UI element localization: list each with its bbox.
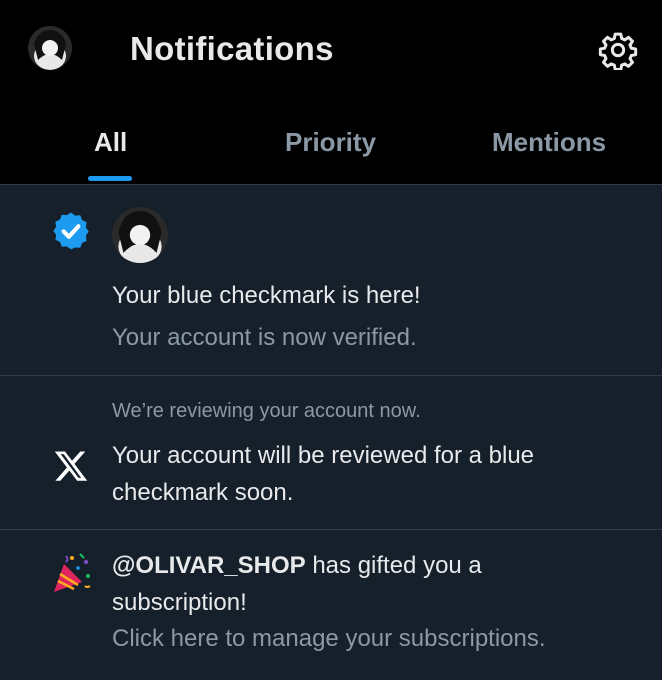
settings-button[interactable] <box>598 30 638 71</box>
gifter-handle[interactable]: @OLIVAR_SHOP <box>112 552 306 579</box>
notification-text: has gifted you a <box>305 552 482 579</box>
notification-line-1: Your account will be reviewed for a blue <box>112 442 535 469</box>
gear-icon <box>598 32 638 71</box>
notification-gift[interactable]: @OLIVAR_SHOP has gifted you a subscripti… <box>0 530 662 680</box>
notification-preface: We’re reviewing your account now. <box>112 400 421 422</box>
profile-avatar[interactable] <box>28 26 72 70</box>
top-bar: Notifications All Priority Mentions <box>0 0 662 184</box>
tab-all[interactable]: All <box>94 127 127 158</box>
notification-title: Your blue checkmark is here! <box>112 282 421 309</box>
tab-priority[interactable]: Priority <box>285 127 376 158</box>
x-logo-icon <box>54 451 88 481</box>
notification-line-1: @OLIVAR_SHOP has gifted you a <box>112 548 482 584</box>
party-popper-icon <box>54 553 91 592</box>
notification-subtitle: Your account is now verified. <box>112 324 417 351</box>
notification-line-2: checkmark soon. <box>112 479 294 506</box>
page-title: Notifications <box>130 30 334 67</box>
tab-mentions[interactable]: Mentions <box>492 127 606 158</box>
notification-line-2: subscription! <box>112 589 247 616</box>
active-tab-indicator <box>88 176 132 181</box>
notification-verified[interactable]: Your blue checkmark is here! Your accoun… <box>0 185 662 375</box>
avatar[interactable] <box>112 207 168 263</box>
manage-subscriptions-link[interactable]: Click here to manage your subscriptions. <box>112 621 546 657</box>
notification-review[interactable]: We’re reviewing your account now. Your a… <box>0 376 662 529</box>
verified-badge-icon <box>53 212 89 250</box>
